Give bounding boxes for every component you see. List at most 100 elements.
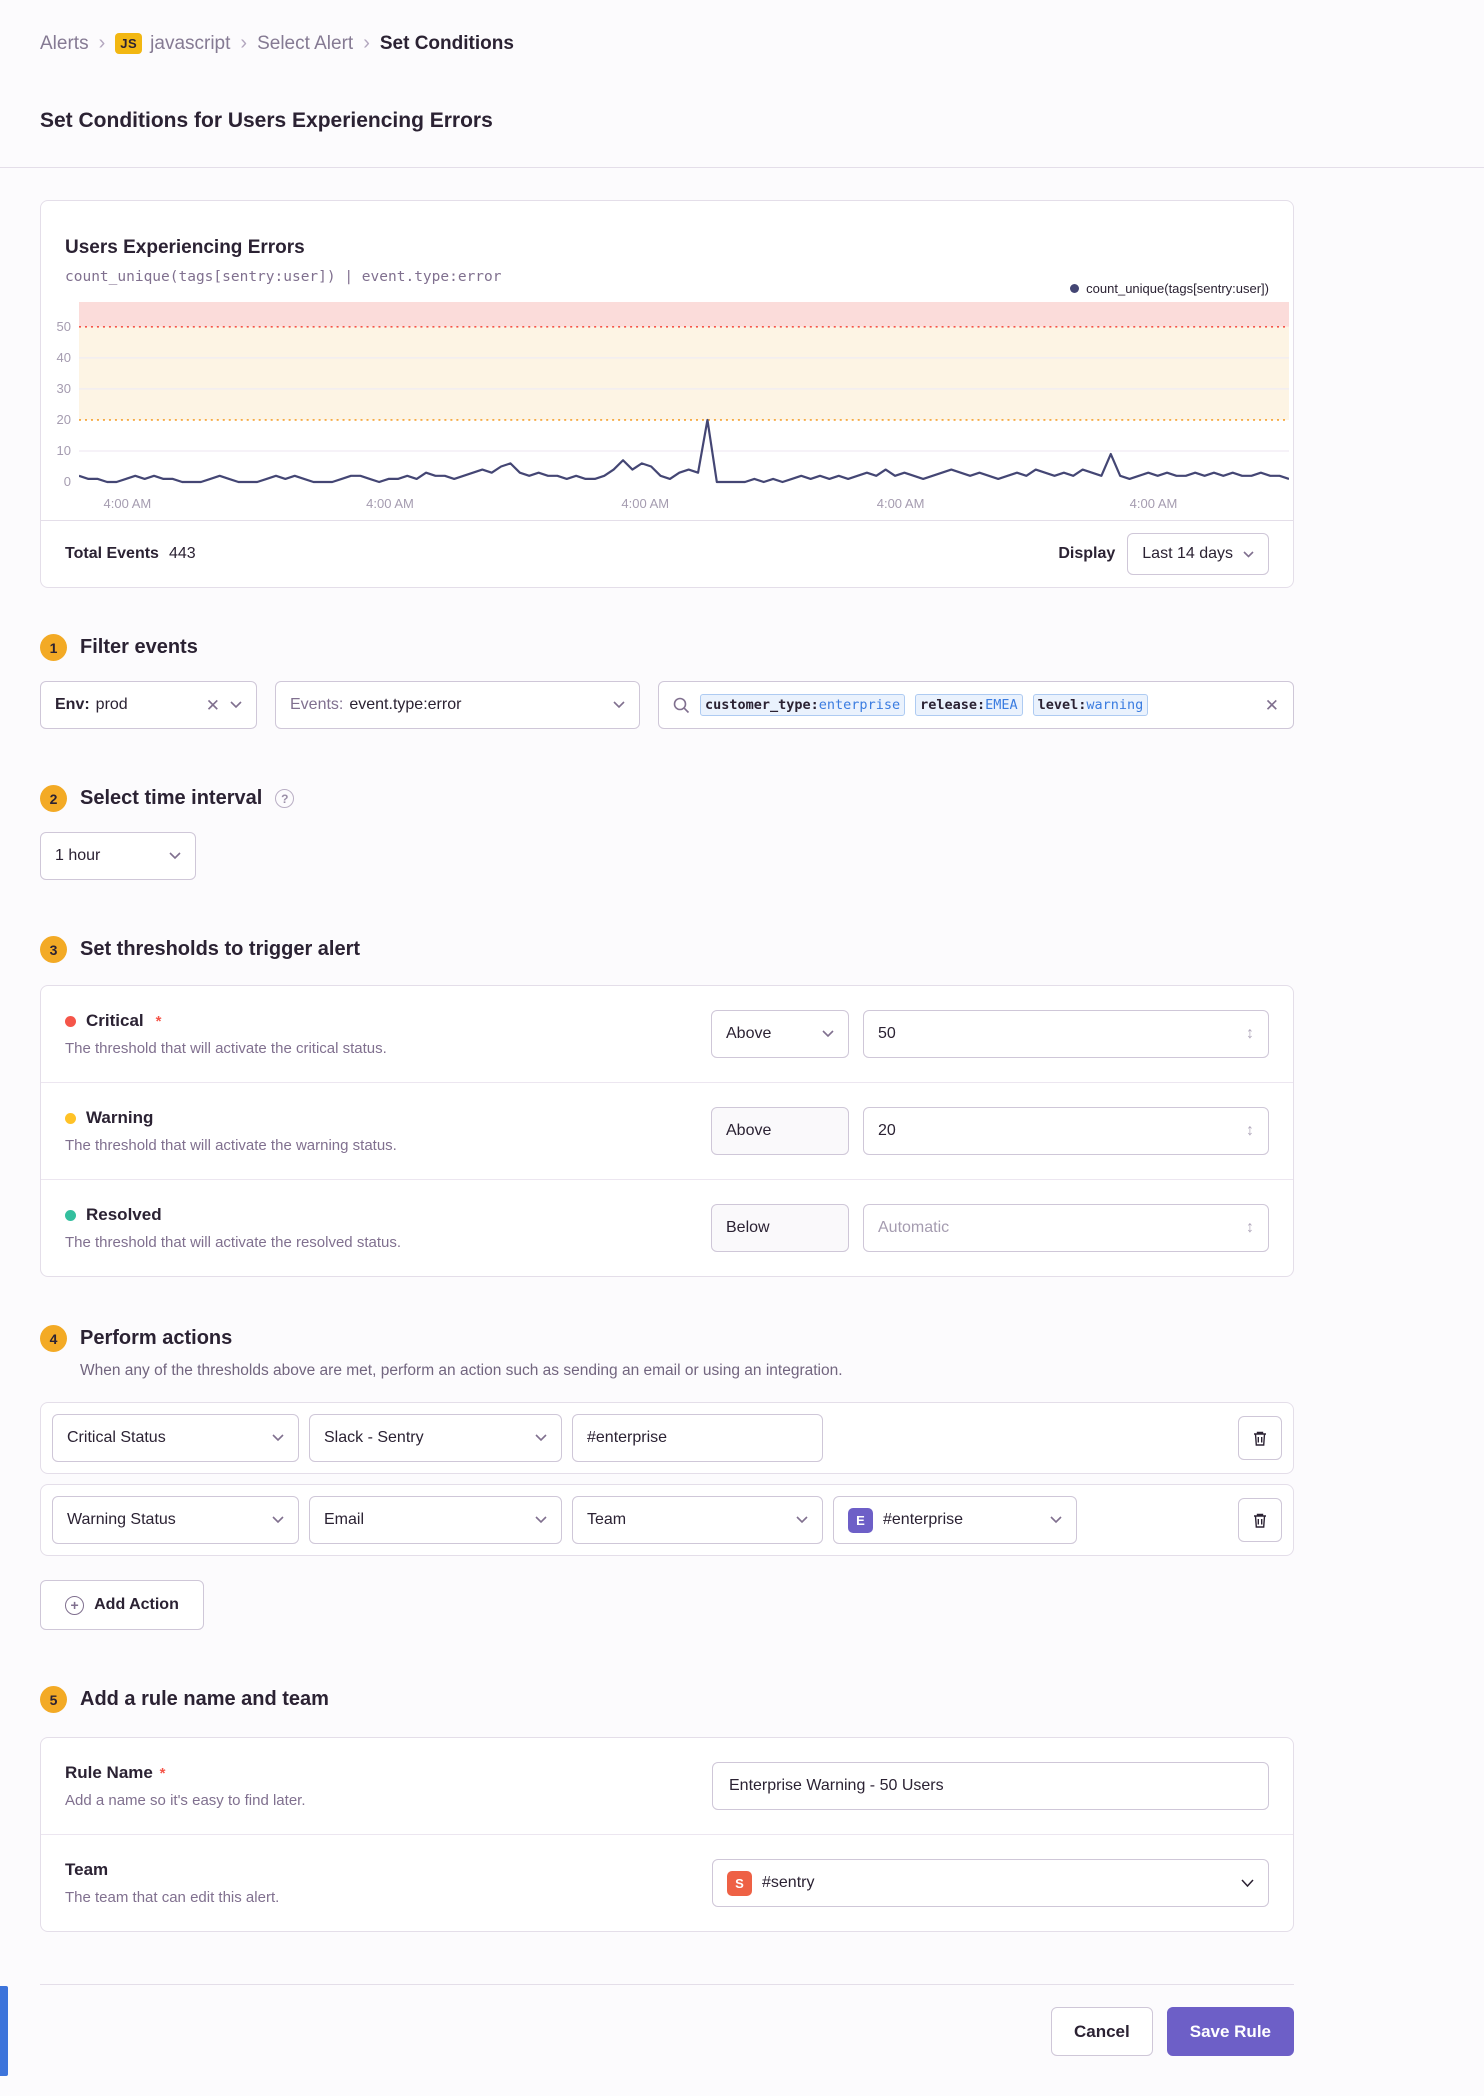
rule-name-input[interactable] <box>712 1762 1269 1810</box>
stepper-icon[interactable]: ↕ <box>1246 1219 1254 1237</box>
breadcrumb-alerts[interactable]: Alerts <box>40 33 89 55</box>
plus-icon: + <box>65 1595 85 1615</box>
action-team-value: #enterprise <box>883 1511 964 1528</box>
action-integration-value: Slack - Sentry <box>324 1429 424 1446</box>
action-channel-value: #enterprise <box>587 1429 668 1446</box>
action-row-critical: Critical Status Slack - Sentry #enterpri… <box>40 1402 1294 1474</box>
action-integration-select[interactable]: Slack - Sentry <box>309 1414 562 1462</box>
section-thresholds: 3 Set thresholds to trigger alert Critic… <box>40 936 1294 1277</box>
filter-search-input[interactable]: customer_type: enterprise release: EMEA le… <box>658 681 1294 729</box>
delete-action-button[interactable] <box>1238 1498 1282 1542</box>
action-target-type-select[interactable]: Team <box>572 1496 823 1544</box>
team-select[interactable]: S #sentry <box>712 1859 1269 1907</box>
event-types-select[interactable]: Events: event.type:error <box>275 681 640 729</box>
warning-threshold-row: Warning The threshold that will activate… <box>41 1082 1293 1179</box>
action-team-select[interactable]: E #enterprise <box>833 1496 1077 1544</box>
team-description: The team that can edit this alert. <box>65 1889 280 1906</box>
thresholds-card: Critical * The threshold that will activ… <box>40 985 1294 1277</box>
section-rule-name: 5 Add a rule name and team Rule Name * A… <box>40 1686 1294 1932</box>
chevron-down-icon <box>1050 1516 1062 1524</box>
critical-threshold-input[interactable]: 50 ↕ <box>863 1010 1269 1058</box>
search-icon <box>673 697 690 714</box>
team-select-value: #sentry <box>762 1874 815 1891</box>
resolved-description: The threshold that will activate the res… <box>65 1234 402 1251</box>
time-interval-select[interactable]: 1 hour <box>40 832 196 880</box>
section-time-interval: 2 Select time interval ? 1 hour <box>40 785 1294 880</box>
action-status-select[interactable]: Warning Status <box>52 1496 299 1544</box>
action-integration-select[interactable]: Email <box>309 1496 562 1544</box>
action-channel-input[interactable]: #enterprise <box>572 1414 823 1462</box>
chart-plot-area: 0 10 20 30 40 50 <box>41 302 1293 489</box>
warning-threshold-input[interactable]: 20 ↕ <box>863 1107 1269 1155</box>
chevron-down-icon <box>272 1434 284 1442</box>
chart-svg <box>79 302 1289 484</box>
clear-environment-icon[interactable]: ✕ <box>206 697 220 714</box>
action-target-type-value: Team <box>587 1511 627 1528</box>
team-avatar: S <box>727 1870 752 1896</box>
chart-title: Users Experiencing Errors <box>65 237 305 258</box>
token-key: level: <box>1037 697 1087 713</box>
resolved-label: Resolved <box>86 1205 162 1224</box>
save-rule-button[interactable]: Save Rule <box>1166 2007 1294 2056</box>
delete-action-button[interactable] <box>1238 1416 1282 1460</box>
x-tick-label: 4:00 AM <box>876 496 925 511</box>
resolved-comparison-value: Below <box>726 1219 770 1236</box>
chevron-down-icon <box>535 1516 547 1524</box>
breadcrumb-project[interactable]: JS javascript <box>115 33 230 55</box>
legend-dot-icon <box>1070 284 1080 293</box>
rule-name-row: Rule Name * Add a name so it's easy to f… <box>41 1738 1293 1834</box>
search-token[interactable]: level: warning <box>1032 694 1149 716</box>
display-range-value: Last 14 days <box>1142 545 1233 562</box>
action-integration-value: Email <box>324 1511 365 1528</box>
breadcrumb: Alerts › JS javascript › Select Alert › … <box>40 32 1444 55</box>
critical-label: Critical <box>86 1011 144 1030</box>
y-tick-label: 30 <box>56 380 71 396</box>
filter-events-heading: Filter events <box>80 636 198 658</box>
breadcrumb-separator-icon: › <box>98 32 106 54</box>
warning-description: The threshold that will activate the war… <box>65 1137 397 1154</box>
required-asterisk: * <box>159 1765 166 1782</box>
help-icon[interactable]: ? <box>275 789 295 808</box>
token-key: customer_type: <box>705 697 819 713</box>
scroll-indicator[interactable] <box>0 1986 8 2076</box>
resolved-status-dot-icon <box>65 1209 76 1221</box>
stepper-icon[interactable]: ↕ <box>1246 1122 1254 1140</box>
stepper-icon[interactable]: ↕ <box>1246 1025 1254 1043</box>
required-asterisk: * <box>155 1012 162 1030</box>
total-events-label: Total Events <box>65 545 159 562</box>
display-range-select[interactable]: Last 14 days <box>1127 533 1269 575</box>
add-action-label: Add Action <box>94 1596 179 1613</box>
search-token[interactable]: release: EMEA <box>915 694 1023 716</box>
trash-icon <box>1252 1430 1268 1447</box>
footer-buttons: Cancel Save Rule <box>40 2007 1294 2056</box>
cancel-button[interactable]: Cancel <box>1050 2007 1153 2056</box>
x-tick-label: 4:00 AM <box>366 496 414 511</box>
resolved-threshold-input[interactable]: Automatic ↕ <box>863 1204 1269 1252</box>
y-tick-label: 50 <box>56 318 71 334</box>
rule-name-heading: Add a rule name and team <box>80 1688 329 1710</box>
legend-label: count_unique(tags[sentry:user]) <box>1086 281 1269 296</box>
clear-search-icon[interactable]: ✕ <box>1265 697 1279 714</box>
action-status-select[interactable]: Critical Status <box>52 1414 299 1462</box>
event-types-label: Events: <box>290 696 344 713</box>
critical-status-dot-icon <box>65 1015 76 1027</box>
environment-select[interactable]: Env: prod ✕ <box>40 681 257 729</box>
environment-value: prod <box>95 696 128 713</box>
warning-status-dot-icon <box>65 1112 76 1124</box>
rule-name-label: Rule Name <box>65 1763 153 1782</box>
y-tick-label: 20 <box>56 411 71 427</box>
team-row: Team The team that can edit this alert. … <box>41 1834 1293 1931</box>
x-tick-label: 4:00 AM <box>103 496 152 511</box>
chevron-down-icon <box>272 1516 284 1524</box>
warning-label: Warning <box>86 1108 154 1127</box>
breadcrumb-select-alert[interactable]: Select Alert <box>257 33 353 55</box>
perform-actions-description: When any of the thresholds above are met… <box>80 1362 843 1379</box>
critical-comparison-select[interactable]: Above <box>711 1010 849 1058</box>
rule-name-description: Add a name so it's easy to find later. <box>65 1792 306 1809</box>
y-axis: 0 10 20 30 40 50 <box>41 302 79 489</box>
search-token[interactable]: customer_type: enterprise <box>700 694 906 716</box>
warning-comparison-box: Above <box>711 1107 849 1155</box>
javascript-platform-icon: JS <box>115 33 143 54</box>
add-action-button[interactable]: + Add Action <box>40 1580 204 1630</box>
thresholds-heading: Set thresholds to trigger alert <box>80 938 361 960</box>
